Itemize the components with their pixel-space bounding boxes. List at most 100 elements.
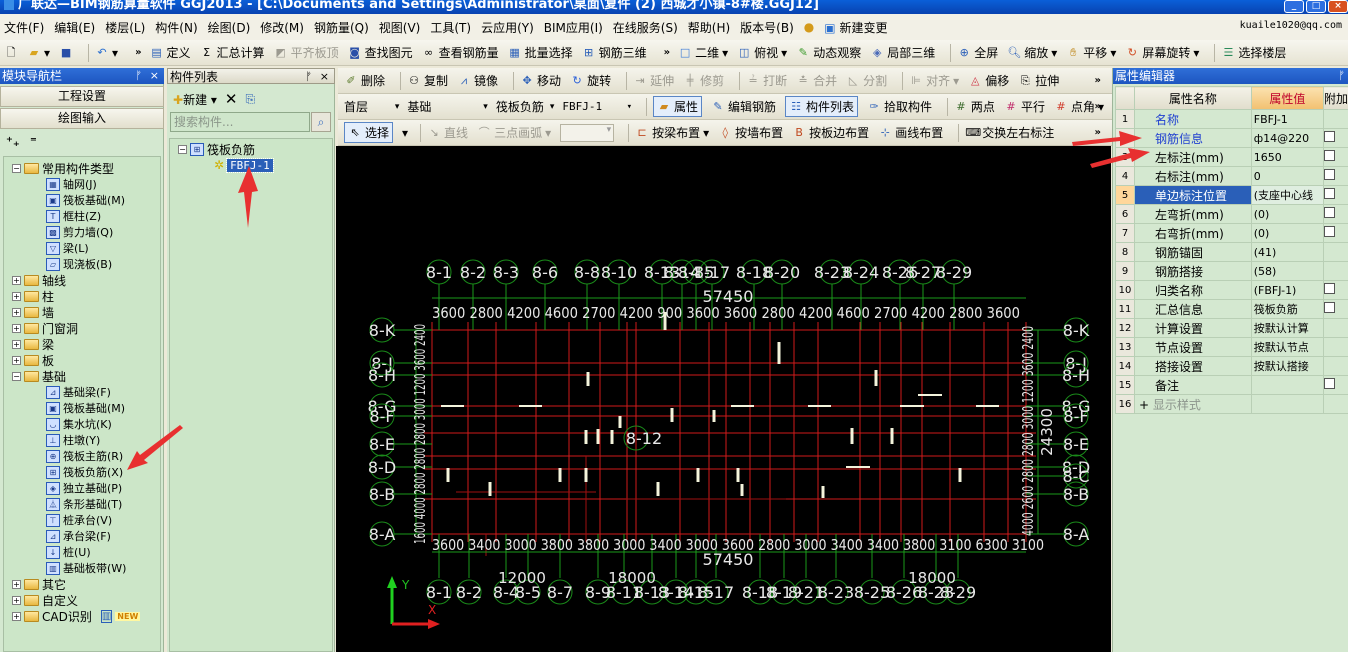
property-row[interactable]: 6 左弯折(mm) (0) xyxy=(1114,204,1348,224)
batch-select-button[interactable]: ▦ 批量选择 xyxy=(508,44,572,61)
two-point-button[interactable]: # 两点 xyxy=(954,98,995,115)
split-button[interactable]: ◺ 分割 xyxy=(846,72,887,89)
component-item-fbfj-1[interactable]: ✲ FBFJ-1 xyxy=(214,157,274,173)
extra-checkbox[interactable] xyxy=(1324,302,1335,313)
tree-item[interactable]: ⊕ 筏板主筋(R) xyxy=(46,448,123,464)
collapse-icon[interactable]: − xyxy=(12,371,21,381)
pin-icon[interactable]: ᚠ xyxy=(135,68,142,84)
property-value[interactable]: 0 xyxy=(1250,166,1324,186)
property-row[interactable]: 10 归类名称 (FBFJ-1) xyxy=(1114,280,1348,300)
extra-checkbox[interactable] xyxy=(1324,150,1335,161)
menu-edit[interactable]: 编辑(E) xyxy=(54,19,95,36)
tree-item[interactable]: ▥ 基础板带(W) xyxy=(46,560,126,576)
close-icon[interactable]: × xyxy=(150,68,159,84)
property-value[interactable] xyxy=(1250,375,1324,395)
property-value[interactable]: (58) xyxy=(1250,261,1324,281)
property-row[interactable]: 13 节点设置 按默认节点 xyxy=(1114,337,1348,357)
tree-folder[interactable]: + 自定义 xyxy=(12,592,78,608)
menu-rebar-qty[interactable]: 钢筋量(Q) xyxy=(314,19,369,36)
expand-icon[interactable]: + xyxy=(12,275,21,285)
tree-folder[interactable]: + 门窗洞 xyxy=(12,320,78,336)
property-row[interactable]: 15 备注 xyxy=(1114,375,1348,395)
fullscreen-button[interactable]: ⊕ 全屏 xyxy=(957,44,999,61)
flush-slab-button[interactable]: ◩ 平齐板顶 xyxy=(274,44,338,61)
property-row[interactable]: 11 汇总信息 筏板负筋 xyxy=(1114,299,1348,319)
tree-item[interactable]: ▣ 筏板基础(M) xyxy=(46,192,125,208)
maximize-button[interactable]: □ xyxy=(1306,0,1326,13)
tree-item[interactable]: ▦ 轴网(J) xyxy=(46,176,97,192)
drawing-input-button[interactable]: 绘图输入 xyxy=(0,108,164,129)
tree-folder[interactable]: + 柱 xyxy=(12,288,54,304)
toolbar-overflow[interactable]: » xyxy=(1095,75,1101,86)
stretch-button[interactable]: ⎘ 拉伸 xyxy=(1018,72,1059,89)
expand-icon[interactable]: + xyxy=(1139,398,1153,412)
find-element-button[interactable]: ◙ 查找图元 xyxy=(348,44,412,61)
expand-icon[interactable]: + xyxy=(12,611,21,621)
copy-button[interactable]: ⚇ 复制 xyxy=(407,72,448,89)
break-button[interactable]: ≟ 打断 xyxy=(746,72,788,89)
edit-rebar-button[interactable]: ✎ 编辑钢筋 xyxy=(711,98,776,115)
property-row[interactable]: 4 右标注(mm) 0 xyxy=(1114,166,1348,186)
screen-rotate-button[interactable]: ↻ 屏幕旋转 ▾ xyxy=(1125,44,1200,61)
copy-component-button[interactable]: ⎘ xyxy=(246,92,256,107)
rotate-button[interactable]: ↻ 旋转 xyxy=(570,72,611,89)
menu-draw[interactable]: 绘图(D) xyxy=(208,19,251,36)
property-value[interactable]: FBFJ-1 xyxy=(1250,109,1324,129)
by-slab-edge-button[interactable]: B 按板边布置 xyxy=(792,124,869,141)
swap-labels-button[interactable]: ⌨ 交换左右标注 xyxy=(965,124,1054,141)
property-row[interactable]: 9 钢筋搭接 (58) xyxy=(1114,261,1348,281)
menu-file[interactable]: 文件(F) xyxy=(4,19,44,36)
search-component-input[interactable]: 搜索构件... xyxy=(170,112,310,132)
tree-folder[interactable]: + CAD识别 ▥ NEW xyxy=(12,608,141,624)
move-button[interactable]: ✥ 移动 xyxy=(520,72,561,89)
by-wall-button[interactable]: ◊ 按墙布置 xyxy=(718,124,783,141)
select-floor-button[interactable]: ☰ 选择楼层 xyxy=(1221,44,1286,61)
property-value[interactable]: 1650 xyxy=(1250,147,1324,167)
component-select[interactable]: FBFJ-1 ▾ xyxy=(562,100,632,113)
menu-cloud[interactable]: 云应用(Y) xyxy=(481,19,534,36)
extra-checkbox[interactable] xyxy=(1324,226,1335,237)
delete-component-button[interactable]: ✕ xyxy=(225,90,238,108)
extra-checkbox[interactable] xyxy=(1324,283,1335,294)
property-value[interactable]: ф14@220 xyxy=(1250,128,1324,148)
category-select[interactable]: 基础 ▾ xyxy=(407,98,487,115)
property-value[interactable]: (0) xyxy=(1250,223,1324,243)
top-view-button[interactable]: ◫ 俯视 ▾ xyxy=(737,44,787,61)
property-value[interactable]: 筏板负筋 xyxy=(1250,299,1324,319)
pan-button[interactable]: ✋︎ 平移 ▾ xyxy=(1066,44,1116,61)
menu-help[interactable]: 帮助(H) xyxy=(688,19,730,36)
tree-item[interactable]: ⊞ 筏板负筋(X) xyxy=(46,464,123,480)
tree-item[interactable]: ↓ 桩(U) xyxy=(46,544,91,560)
property-value[interactable]: (0) xyxy=(1250,204,1324,224)
property-row[interactable]: 12 计算设置 按默认计算 xyxy=(1114,318,1348,338)
tree-folder[interactable]: + 其它 xyxy=(12,576,66,592)
property-row[interactable]: 8 钢筋锚固 (41) xyxy=(1114,242,1348,262)
pick-component-button[interactable]: ✑ 拾取构件 xyxy=(867,98,932,115)
tree-item[interactable]: ◈ 独立基础(P) xyxy=(46,480,122,496)
line-button[interactable]: ↘ 直线 xyxy=(427,124,468,141)
menu-component[interactable]: 构件(N) xyxy=(155,19,197,36)
tree-item[interactable]: ▣ 筏板基础(M) xyxy=(46,400,125,416)
pin-icon[interactable]: ᚠ xyxy=(1338,68,1345,84)
tree-folder[interactable]: + 梁 xyxy=(12,336,54,352)
orbit-button[interactable]: ✎ 动态观察 xyxy=(796,44,862,61)
expand-icon[interactable]: + xyxy=(12,355,21,365)
property-row[interactable]: 14 搭接设置 按默认搭接 xyxy=(1114,356,1348,376)
expand-icon[interactable]: + xyxy=(12,323,21,333)
menu-version[interactable]: 版本号(B) xyxy=(740,19,794,36)
component-list-button[interactable]: ☷ 构件列表 xyxy=(785,96,859,117)
extra-checkbox[interactable] xyxy=(1324,169,1335,180)
expand-icon[interactable]: + xyxy=(12,579,21,589)
rebar-3d-button[interactable]: ⊞ 钢筋三维 xyxy=(582,44,647,61)
undo-button[interactable]: ↶ ▾ xyxy=(95,46,118,60)
property-value[interactable]: 按默认搭接 xyxy=(1250,356,1324,376)
expand-icon[interactable]: + xyxy=(12,595,21,605)
calc-button[interactable]: Σ 汇总计算 xyxy=(200,44,265,61)
new-component-button[interactable]: ✚新建 ▾ xyxy=(173,91,217,108)
drawing-canvas[interactable]: 8-1 8-2 8-3 8-6 8-8 8-10 8-13 8-14 8-15 8-17 8-18 8… xyxy=(336,146,1111,652)
mirror-button[interactable]: ⩘ 镜像 xyxy=(457,72,498,89)
zoom-button[interactable]: 🔍︎ 缩放 ▾ xyxy=(1007,44,1057,61)
tree-item[interactable]: ◡ 集水坑(K) xyxy=(46,416,112,432)
type-select[interactable]: 筏板负筋 ▾ xyxy=(496,98,555,115)
new-file-button[interactable]: 🗋 xyxy=(4,46,18,60)
